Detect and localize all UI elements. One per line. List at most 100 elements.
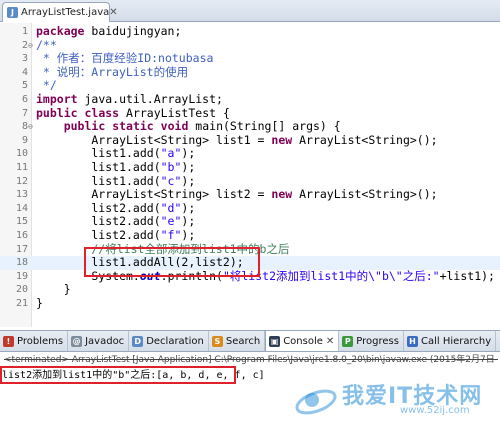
code-line[interactable]: 5 */ (0, 79, 500, 93)
line-number: 20 (15, 284, 28, 296)
code-line[interactable]: 2 ⊖/** (0, 38, 500, 53)
code-line[interactable]: 16 list2.add("f"); (0, 227, 500, 243)
code-line[interactable]: 21} (0, 295, 500, 311)
code-line[interactable]: 9 ArrayList<String> list1 = new ArrayLis… (0, 132, 500, 148)
panel-tab-label: Progress (356, 335, 399, 347)
code-text: */ (36, 79, 57, 93)
code-token: new (271, 132, 293, 147)
code-token: list1.add( (36, 159, 161, 174)
code-text: } (36, 282, 71, 297)
code-token: "d" (160, 200, 182, 215)
line-number: 9 (21, 134, 28, 146)
code-text: ArrayList<String> list2 = new ArrayList<… (36, 187, 437, 202)
code-token: class (84, 105, 120, 120)
code-token: } (36, 282, 71, 297)
code-lines[interactable]: 1 package baidujingyan; 2 ⊖/** 3 * 作者：百度经验ID… (0, 24, 500, 311)
code-token: ); (181, 173, 196, 188)
code-text: //将list全部添加到list1中的b之后 (36, 241, 290, 257)
code-text: * 说明：ArrayList的使用 (36, 65, 188, 80)
console-view[interactable]: <terminated> ArrayListTest [Java Applica… (0, 352, 500, 425)
line-number: 3 (21, 53, 28, 65)
code-editor[interactable]: 1 package baidujingyan; 2 ⊖/** 3 * 作者：百度经验ID… (0, 23, 500, 327)
code-token: main(String[] args) { (188, 119, 341, 134)
code-text: } (36, 295, 43, 311)
code-line[interactable]: 4 * 说明：ArrayList的使用 (0, 65, 500, 80)
console-output: list2添加到list1中的"b"之后:[a, b, d, e, f, c] (2, 370, 265, 381)
code-line[interactable]: 6 import java.util.ArrayList; (0, 91, 500, 107)
code-token: list2.add( (36, 227, 161, 242)
problems-icon: ! (3, 335, 14, 347)
line-number: 6 (21, 93, 28, 105)
editor-tab-arraylisttest[interactable]: J ArrayListTest.java ✕ (2, 2, 118, 22)
code-text: list2.add("f"); (36, 227, 196, 243)
code-token: ); (181, 146, 196, 161)
code-token: list1.add( (36, 173, 161, 188)
code-token: //将list全部添加到list1中的b之后 (36, 241, 290, 256)
code-line[interactable]: 15 list2.add("e"); (0, 215, 500, 229)
panel-tab-search[interactable]: S Search (209, 331, 266, 351)
line-number: 10 (15, 148, 28, 160)
code-token: ); (181, 227, 196, 242)
code-token: ); (181, 159, 196, 174)
code-line[interactable]: 18 list1.addAll(2,list2); (0, 255, 500, 270)
panel-tab-label: Call Hierarchy (420, 335, 492, 347)
code-token: } (36, 295, 43, 310)
code-line[interactable]: 3 * 作者：百度经验ID:notubasa (0, 51, 500, 66)
panel-tab-label: Search (225, 335, 261, 347)
code-line[interactable]: 14 list2.add("d"); (0, 200, 500, 216)
line-number: 13 (15, 189, 28, 201)
code-token: void (160, 119, 189, 134)
call-hierarchy-icon: H (406, 335, 418, 347)
code-text: public class ArrayListTest { (36, 105, 230, 121)
code-line[interactable]: 11 list1.add("b"); (0, 159, 500, 175)
code-line[interactable]: 17 //将list全部添加到list1中的b之后 (0, 241, 500, 257)
line-number: 7 (21, 107, 28, 119)
code-token: .println( (160, 268, 223, 283)
close-icon[interactable]: ✕ (109, 7, 117, 18)
code-line[interactable]: 19 System.out.println("将list2添加到list1中的\… (0, 268, 500, 284)
code-line[interactable]: 1 package baidujingyan; (0, 24, 500, 39)
code-line[interactable]: 12 list1.add("c"); (0, 173, 500, 189)
code-token: package (36, 24, 85, 38)
java-file-icon: J (7, 7, 18, 18)
panel-tab-problems[interactable]: ! Problems (0, 331, 69, 351)
line-number: 21 (15, 297, 28, 309)
code-line[interactable]: 20 } (0, 282, 500, 297)
panel-tab-javadoc[interactable]: @ Javadoc (68, 331, 130, 351)
code-token: java.util.ArrayList; (77, 91, 223, 106)
panel-tab-label: Javadoc (85, 335, 125, 347)
panel-tab-declaration[interactable]: D Declaration (129, 331, 209, 351)
code-text: list1.add("a"); (36, 147, 195, 161)
code-line[interactable]: 8 ⊖ public static void main(String[] args… (0, 119, 500, 134)
code-text: list2.add("e"); (36, 215, 195, 229)
code-token: static (112, 119, 154, 134)
code-line[interactable]: 13 ArrayList<String> list2 = new ArrayLi… (0, 187, 500, 202)
code-text: public static void main(String[] args) { (36, 119, 341, 134)
code-token: ); (181, 214, 196, 229)
fold-toggle-icon[interactable]: ⊖ (28, 120, 33, 134)
code-text: ArrayList<String> list1 = new ArrayList<… (36, 132, 437, 148)
panel-tab-console[interactable]: ▣ Console ✕ (265, 331, 340, 351)
code-text: /** (36, 38, 57, 53)
line-number: 5 (21, 80, 28, 92)
editor-tab-label: ArrayListTest.java (21, 7, 110, 18)
line-number: 15 (15, 216, 28, 228)
panel-tab-label: Problems (17, 335, 64, 347)
progress-icon: P (342, 335, 354, 347)
code-token: */ (36, 78, 57, 93)
close-icon[interactable]: ✕ (326, 336, 334, 347)
code-line[interactable]: 7 public class ArrayListTest { (0, 105, 500, 121)
code-line[interactable]: 10 list1.add("a"); (0, 147, 500, 161)
code-token: public (36, 105, 78, 120)
console-terminated-header: <terminated> ArrayListTest [Java Applica… (4, 355, 498, 365)
fold-toggle-icon[interactable]: ⊖ (28, 39, 33, 53)
panel-tab-call-hierarchy[interactable]: H Call Hierarchy (404, 331, 497, 351)
code-token: list2.add( (36, 214, 161, 229)
code-text: import java.util.ArrayList; (36, 91, 223, 107)
console-icon: ▣ (269, 335, 281, 347)
bottom-panel-tabs: ! Problems @ Javadoc D Declaration S Search ▣ Con… (0, 330, 500, 352)
panel-tab-progress[interactable]: P Progress (339, 331, 404, 351)
code-text: list1.add("c"); (36, 173, 196, 189)
code-token: out (139, 268, 161, 283)
